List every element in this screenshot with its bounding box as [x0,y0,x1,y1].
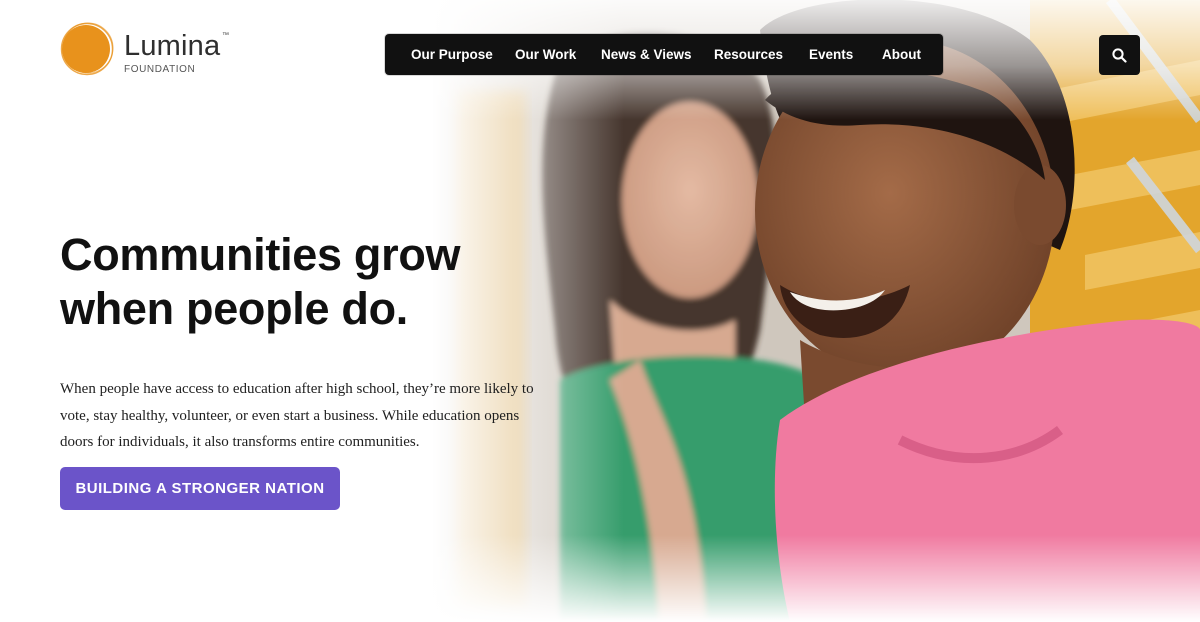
nav-news-views[interactable]: News & Views [601,34,692,75]
sun-logo-icon [60,22,114,76]
nav-resources[interactable]: Resources [714,34,783,75]
hero-headline: Communities grow when people do. [60,228,520,336]
search-button[interactable] [1099,35,1140,75]
search-icon [1112,48,1127,63]
nav-our-work[interactable]: Our Work [515,34,576,75]
hero-body-line-1: When people have access to education aft… [60,381,534,397]
building-stronger-nation-button[interactable]: BUILDING A STRONGER NATION [60,467,340,510]
nav-events[interactable]: Events [809,34,853,75]
page: Lumina ™ FOUNDATION Our Purpose Our Work… [0,0,1200,622]
lumina-logo[interactable]: Lumina ™ FOUNDATION [60,22,240,78]
nav-about[interactable]: About [882,34,921,75]
nav-our-purpose[interactable]: Our Purpose [411,34,493,75]
brand-trademark: ™ [222,32,229,39]
hero-body-text: When people have access to education aft… [60,376,570,456]
brand-subtitle: FOUNDATION [124,64,196,75]
brand-name: Lumina [124,30,221,62]
hero-headline-line-1: Communities grow [60,229,461,280]
hero-body-line-2: vote, stay healthy, volunteer, or even s… [60,407,520,424]
hero-headline-line-2: when people do. [60,283,409,334]
hero-body-line-3: doors for individuals, it also transform… [60,434,420,450]
main-nav: Our Purpose Our Work News & Views Resour… [385,34,943,75]
